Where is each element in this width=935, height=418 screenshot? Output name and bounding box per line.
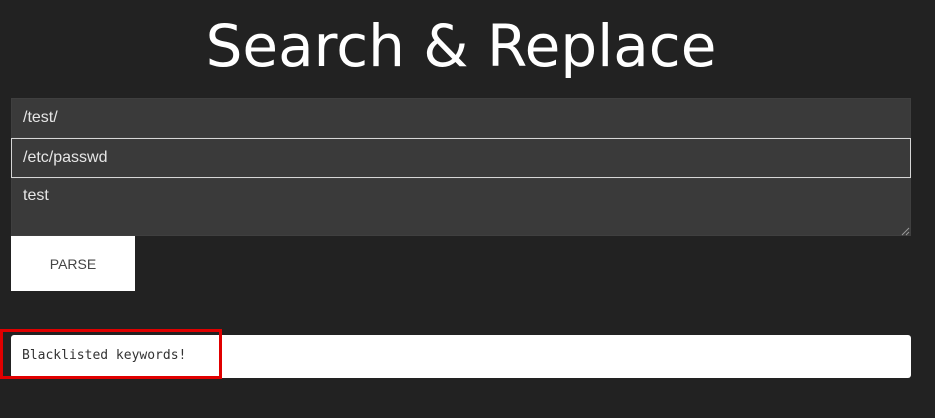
page: Search & Replace test PARSE Blacklisted …	[0, 0, 935, 418]
replacement-input[interactable]	[11, 138, 911, 178]
page-title: Search & Replace	[205, 12, 717, 80]
resize-handle-icon[interactable]	[900, 226, 910, 236]
search-pattern-input[interactable]	[11, 98, 911, 138]
text-input-area[interactable]: test	[11, 178, 911, 236]
output-box: Blacklisted keywords!	[11, 335, 911, 378]
parse-button[interactable]: PARSE	[11, 236, 135, 291]
output-message: Blacklisted keywords!	[22, 348, 187, 363]
